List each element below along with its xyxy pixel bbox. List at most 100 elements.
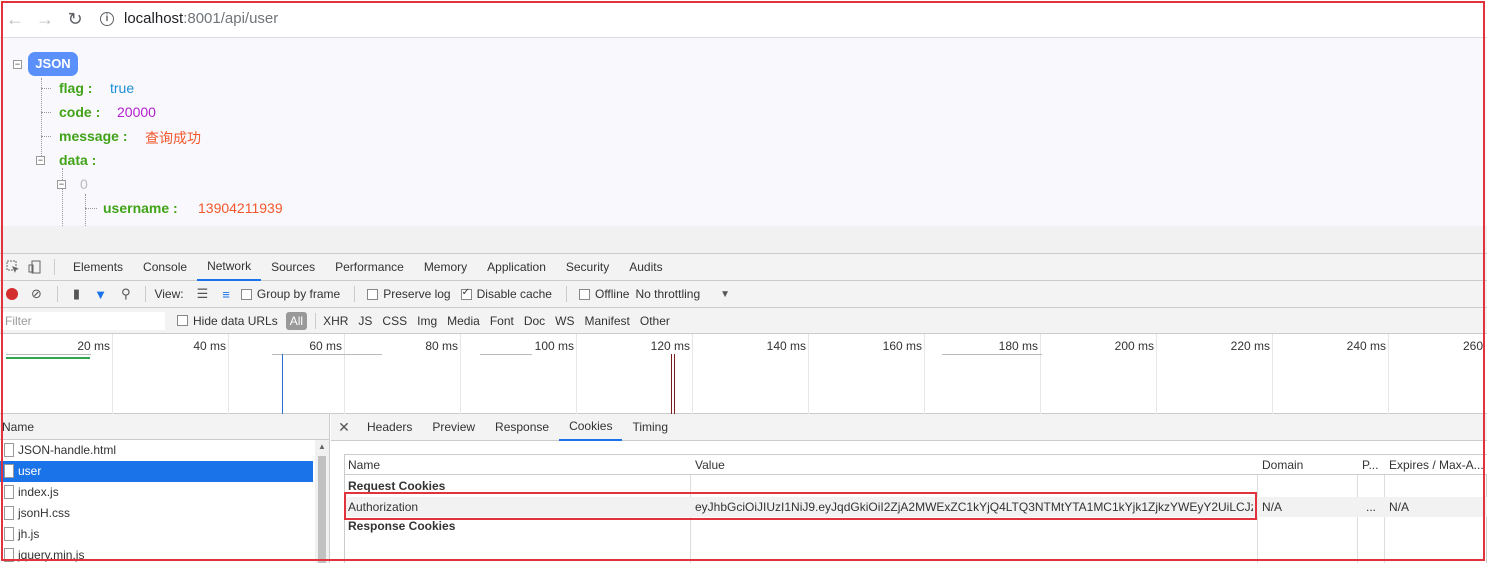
- reload-icon: ↻: [67, 8, 83, 29]
- json-viewer: − JSON flag : true code : 20000 message …: [0, 38, 1487, 226]
- group-by-frame-label: Group by frame: [256, 287, 341, 301]
- device-toolbar-icon[interactable]: [24, 254, 46, 281]
- chevron-down-icon[interactable]: ▼: [720, 289, 730, 300]
- offline-checkbox[interactable]: [578, 288, 590, 300]
- timeline-label: 40 ms: [193, 339, 226, 353]
- tab-elements[interactable]: Elements: [63, 254, 133, 281]
- throttling-select[interactable]: No throttling: [635, 287, 700, 301]
- disable-cache-checkbox[interactable]: [460, 287, 472, 300]
- tab-console[interactable]: Console: [133, 254, 197, 281]
- separator: [565, 286, 567, 302]
- json-key-data: data :: [59, 152, 97, 168]
- filter-xhr[interactable]: XHR: [323, 314, 348, 328]
- list-item[interactable]: jquery.min.js: [0, 545, 313, 563]
- tab-preview[interactable]: Preview: [422, 414, 485, 441]
- json-value-code: 20000: [117, 104, 156, 120]
- list-item[interactable]: user: [0, 461, 313, 482]
- tab-response[interactable]: Response: [485, 414, 559, 441]
- tree-line: [41, 112, 51, 113]
- json-value-flag: true: [110, 80, 135, 96]
- filter-font[interactable]: Font: [490, 314, 514, 328]
- preserve-log-checkbox[interactable]: [367, 288, 379, 300]
- col-domain[interactable]: Domain: [1262, 458, 1303, 472]
- filter-js[interactable]: JS: [358, 314, 372, 328]
- forward-button[interactable]: →: [30, 0, 60, 38]
- cookie-path: ...: [1366, 500, 1377, 514]
- file-icon: [4, 527, 14, 541]
- json-array-index: 0: [80, 176, 88, 192]
- tab-performance[interactable]: Performance: [325, 254, 414, 281]
- list-item[interactable]: jsonH.css: [0, 503, 313, 524]
- scrollbar[interactable]: ▲: [315, 440, 329, 563]
- timeline-overview[interactable]: 20 ms 40 ms 60 ms 80 ms 100 ms 120 ms 14…: [0, 334, 1487, 414]
- tab-security[interactable]: Security: [556, 254, 619, 281]
- tab-sources[interactable]: Sources: [261, 254, 325, 281]
- info-icon[interactable]: i: [100, 11, 114, 26]
- tab-timing[interactable]: Timing: [622, 414, 678, 441]
- search-icon[interactable]: ⚲: [121, 286, 131, 302]
- disable-cache-label: Disable cache: [476, 287, 552, 301]
- hide-data-urls-checkbox[interactable]: [177, 315, 188, 326]
- waterfall-icon[interactable]: ≡: [222, 287, 230, 302]
- tab-audits[interactable]: Audits: [619, 254, 672, 281]
- filter-css[interactable]: CSS: [382, 314, 407, 328]
- tab-memory[interactable]: Memory: [414, 254, 477, 281]
- close-icon[interactable]: ✕: [331, 419, 357, 436]
- filter-img[interactable]: Img: [417, 314, 437, 328]
- col-name[interactable]: Name: [348, 458, 380, 472]
- tab-cookies[interactable]: Cookies: [559, 414, 623, 441]
- filter-doc[interactable]: Doc: [524, 314, 545, 328]
- clear-icon[interactable]: ⊘: [31, 286, 42, 302]
- col-path[interactable]: P...: [1362, 458, 1378, 472]
- hide-data-urls-label: Hide data URLs: [193, 313, 278, 328]
- tab-application[interactable]: Application: [477, 254, 556, 281]
- filter-media[interactable]: Media: [447, 314, 480, 328]
- col-value[interactable]: Value: [695, 458, 725, 472]
- json-value-username: 13904211939: [198, 200, 283, 216]
- screenshot-icon[interactable]: ▮: [73, 286, 80, 302]
- detail-tabbar: ✕ Headers Preview Response Cookies Timin…: [331, 414, 1487, 441]
- json-key-code: code :: [59, 104, 101, 120]
- json-key-message: message :: [59, 128, 128, 144]
- tree-line: [41, 136, 51, 137]
- back-button[interactable]: ←: [0, 0, 30, 38]
- col-expires[interactable]: Expires / Max-A...: [1389, 458, 1485, 472]
- collapse-icon[interactable]: −: [57, 180, 66, 189]
- filter-ws[interactable]: WS: [555, 314, 574, 328]
- url-field[interactable]: i localhost:8001/api/user: [100, 10, 278, 27]
- response-cookies-section: Response Cookies: [348, 519, 456, 533]
- scrollbar-thumb[interactable]: [318, 456, 326, 563]
- filter-icon[interactable]: ▼: [94, 287, 107, 302]
- highlight-box: [344, 492, 1257, 520]
- record-button[interactable]: [6, 288, 18, 300]
- name-column-header[interactable]: Name: [0, 414, 329, 440]
- load-marker: [674, 354, 675, 414]
- large-rows-icon[interactable]: ☰: [197, 286, 209, 302]
- timeline-label: 240 ms: [1346, 339, 1386, 353]
- tab-headers[interactable]: Headers: [357, 414, 422, 441]
- scroll-up-icon[interactable]: ▲: [318, 442, 326, 451]
- filter-input[interactable]: Filter: [2, 311, 165, 330]
- requests-list: Name JSON-handle.html user index.js json…: [0, 414, 330, 563]
- filter-other[interactable]: Other: [640, 314, 670, 328]
- group-by-frame-checkbox[interactable]: [240, 288, 252, 300]
- inspect-element-icon[interactable]: [2, 254, 24, 281]
- url-path: :8001/api/user: [183, 10, 279, 27]
- separator: [145, 286, 147, 302]
- tree-line: [85, 194, 86, 226]
- collapse-icon[interactable]: −: [36, 156, 45, 165]
- filter-all-button[interactable]: All: [285, 311, 308, 330]
- list-item[interactable]: index.js: [0, 482, 313, 503]
- tab-network[interactable]: Network: [197, 254, 262, 281]
- reload-button[interactable]: ↻: [60, 0, 90, 38]
- json-root-badge: JSON: [28, 52, 78, 76]
- timeline-tick-line: [942, 354, 1042, 355]
- request-name: jquery.min.js: [18, 548, 85, 562]
- list-item[interactable]: JSON-handle.html: [0, 440, 313, 461]
- timeline-label: 220 ms: [1230, 339, 1270, 353]
- filter-manifest[interactable]: Manifest: [585, 314, 630, 328]
- timeline-label: 200 ms: [1114, 339, 1154, 353]
- list-item[interactable]: jh.js: [0, 524, 313, 545]
- network-toolbar: ⊘ ▮ ▼ ⚲ View: ☰ ≡ Group by frame Preserv…: [0, 281, 1487, 308]
- collapse-icon[interactable]: −: [13, 60, 22, 69]
